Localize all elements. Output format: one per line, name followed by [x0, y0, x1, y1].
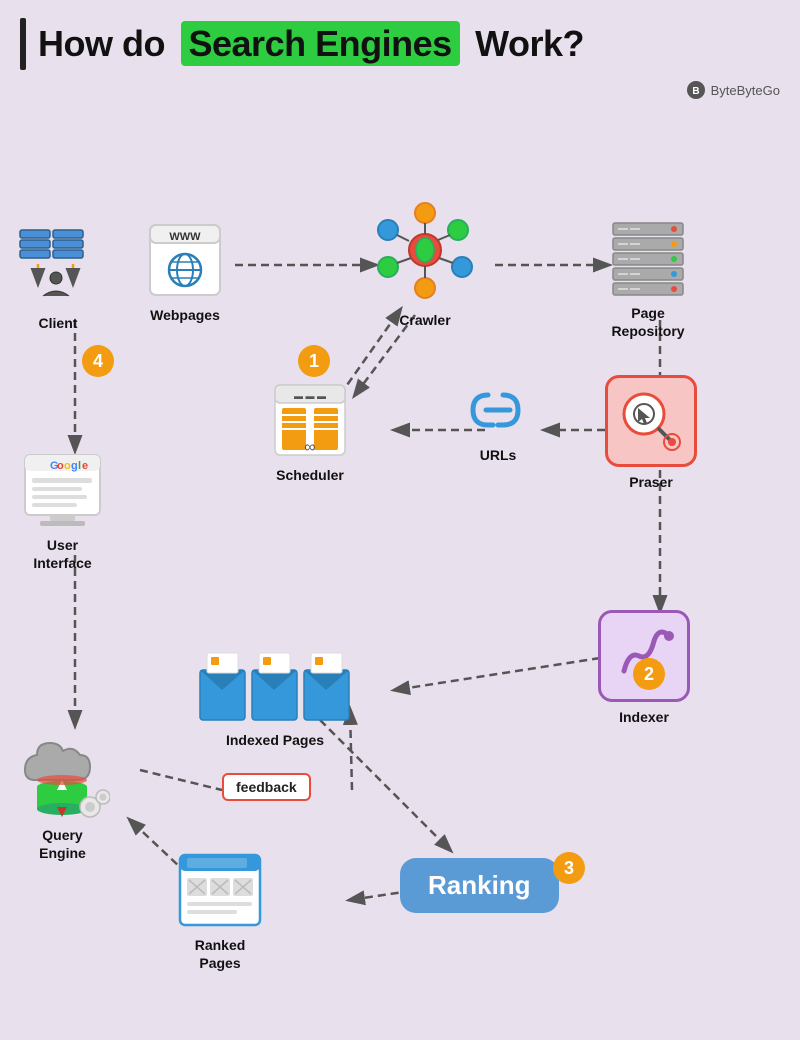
query-engine-icon: [15, 725, 110, 820]
query-engine-label: QueryEngine: [39, 826, 86, 862]
praser-icon: [616, 386, 686, 456]
indexed-pages-icon: [195, 645, 355, 725]
svg-text:▬ ▬ ▬: ▬ ▬ ▬: [294, 391, 326, 401]
indexer-label: Indexer: [619, 708, 669, 726]
page-repository-component: PageRepository: [608, 218, 688, 340]
urls-component: URLs: [468, 380, 528, 464]
scheduler-label: Scheduler: [276, 466, 344, 484]
title-highlight: Search Engines: [181, 21, 460, 66]
ranking-box: Ranking: [400, 858, 559, 913]
svg-text:o: o: [64, 460, 71, 472]
user-interface-component: G o o g l e UserInterface: [20, 445, 105, 572]
badge-4: 4: [82, 345, 114, 377]
title-prefix: How do: [38, 23, 165, 64]
scheduler-icon: ▬ ▬ ▬ ∞: [270, 380, 350, 460]
svg-text:∞: ∞: [304, 439, 315, 456]
urls-label: URLs: [480, 446, 517, 464]
brand-name: ByteByteGo: [711, 83, 780, 98]
badge-1-label: 1: [309, 351, 319, 372]
webpages-component: WWW Webpages: [145, 220, 225, 324]
svg-text:o: o: [57, 460, 64, 472]
badge-4-label: 4: [93, 351, 103, 372]
badge-3: 3: [553, 852, 585, 884]
page-repository-icon: [608, 218, 688, 298]
brand-icon: B: [686, 80, 706, 100]
svg-text:e: e: [82, 460, 88, 472]
indexed-pages-component: Indexed Pages: [195, 645, 355, 749]
query-engine-component: QueryEngine: [15, 725, 110, 862]
title-accent: [20, 18, 26, 70]
praser-icon-box: [605, 375, 697, 467]
webpages-label: Webpages: [150, 306, 220, 324]
client-label: Client: [39, 314, 78, 332]
brand: B ByteByteGo: [686, 80, 780, 100]
title-bar: How do Search Engines Work?: [0, 0, 800, 78]
badge-1: 1: [298, 345, 330, 377]
ranked-pages-component: RankedPages: [175, 850, 265, 972]
badge-2: 2: [633, 658, 665, 690]
crawler-component: Crawler: [370, 195, 480, 329]
ranking-label: Ranking: [428, 870, 531, 900]
crawler-label: Crawler: [399, 311, 450, 329]
user-interface-label: UserInterface: [33, 536, 91, 572]
crawler-icon: [370, 195, 480, 305]
praser-component: Praser: [605, 375, 697, 491]
indexed-pages-label: Indexed Pages: [226, 731, 324, 749]
svg-text:B: B: [692, 86, 699, 97]
diagram: Client WWW Webpages: [0, 110, 800, 1030]
svg-text:WWW: WWW: [169, 231, 201, 243]
client-icon: [18, 228, 98, 308]
webpages-icon: WWW: [145, 220, 225, 300]
badge-3-label: 3: [564, 858, 574, 879]
praser-label: Praser: [629, 473, 673, 491]
title-text: How do Search Engines Work?: [38, 23, 584, 65]
title-suffix: Work?: [475, 23, 584, 64]
urls-icon: [468, 380, 528, 440]
user-interface-icon: G o o g l e: [20, 445, 105, 530]
feedback-label: feedback: [222, 773, 311, 801]
badge-2-label: 2: [644, 664, 654, 685]
ranked-pages-label: RankedPages: [195, 936, 246, 972]
svg-text:g: g: [71, 460, 78, 472]
page-repository-label: PageRepository: [611, 304, 684, 340]
ranked-pages-icon: [175, 850, 265, 930]
svg-text:l: l: [78, 460, 81, 472]
scheduler-component: ▬ ▬ ▬ ∞ Scheduler: [270, 380, 350, 484]
client-component: Client: [18, 228, 98, 332]
